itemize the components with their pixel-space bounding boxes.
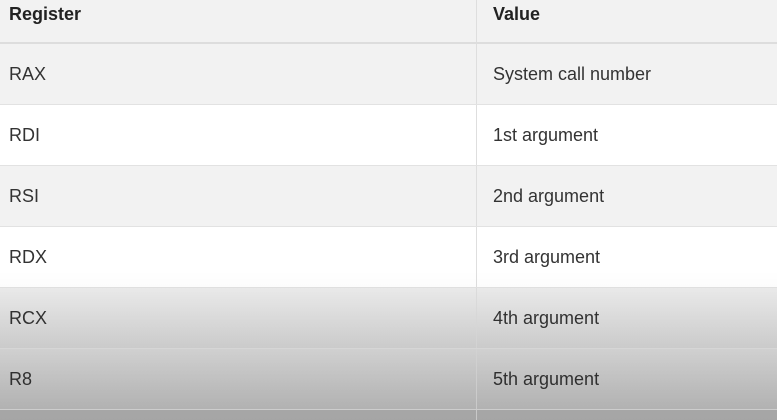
table-row: RDX 3rd argument	[0, 227, 777, 288]
value-cell: 1st argument	[493, 124, 599, 145]
register-cell: R8	[0, 349, 477, 409]
register-cell: RDX	[0, 227, 477, 287]
value-cell: 4th argument	[493, 307, 600, 328]
header-register: Register	[0, 0, 477, 42]
register-cell: RSI	[0, 166, 477, 226]
table-row: RDI 1st argument	[0, 105, 777, 166]
register-table: Register Value RAX System call number RD…	[0, 0, 777, 420]
table-header-row: Register Value	[0, 0, 777, 44]
table-row: R8 5th argument	[0, 349, 777, 410]
header-value: Value	[493, 4, 541, 24]
register-cell: RAX	[0, 44, 477, 104]
table-row: RSI 2nd argument	[0, 166, 777, 227]
table-row: RCX 4th argument	[0, 288, 777, 349]
value-cell: System call number	[493, 63, 652, 84]
value-cell: 3rd argument	[493, 246, 601, 267]
value-cell	[477, 410, 777, 420]
table-row: RAX System call number	[0, 44, 777, 105]
register-cell: RDI	[0, 105, 477, 165]
register-cell	[0, 410, 477, 420]
value-cell: 2nd argument	[493, 185, 605, 206]
value-cell: 5th argument	[493, 368, 600, 389]
register-cell: RCX	[0, 288, 477, 348]
table-row-partial	[0, 410, 777, 420]
